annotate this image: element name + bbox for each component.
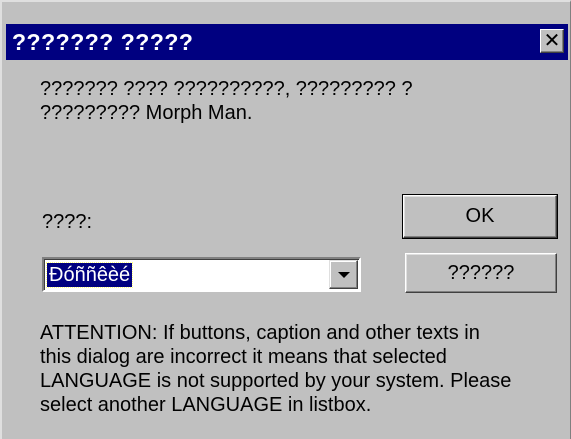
attention-line: select another LANGUAGE in listbox. (40, 394, 372, 416)
ok-button[interactable]: OK (402, 194, 558, 239)
attention-text: ATTENTION: If buttons, caption and other… (40, 321, 560, 417)
language-label: ????: (42, 211, 93, 233)
language-dialog: ??????? ????? ✕ ??????? ???? ??????????,… (0, 0, 571, 439)
dialog-title: ??????? ????? (12, 29, 194, 55)
attention-line: this dialog are incorrect it means that … (40, 346, 447, 368)
dropdown-button[interactable] (329, 260, 358, 289)
attention-line: LANGUAGE is not supported by your system… (40, 370, 512, 392)
language-selected-value: Ðóññêèé (45, 262, 134, 288)
chevron-down-icon (338, 272, 350, 278)
close-button[interactable]: ✕ (540, 29, 564, 53)
language-select[interactable]: Ðóññêèé (42, 257, 361, 292)
message-line: ????????? Morph Man. (40, 102, 253, 124)
title-bar[interactable]: ??????? ????? ✕ (6, 24, 568, 60)
message-text: ??????? ???? ??????????, ????????? ? ???… (40, 77, 520, 125)
close-icon: ✕ (543, 28, 561, 52)
message-line: ??????? ???? ??????????, ????????? ? (40, 78, 413, 100)
attention-line: ATTENTION: If buttons, caption and other… (40, 322, 480, 344)
secondary-button[interactable]: ?????? (405, 253, 557, 293)
